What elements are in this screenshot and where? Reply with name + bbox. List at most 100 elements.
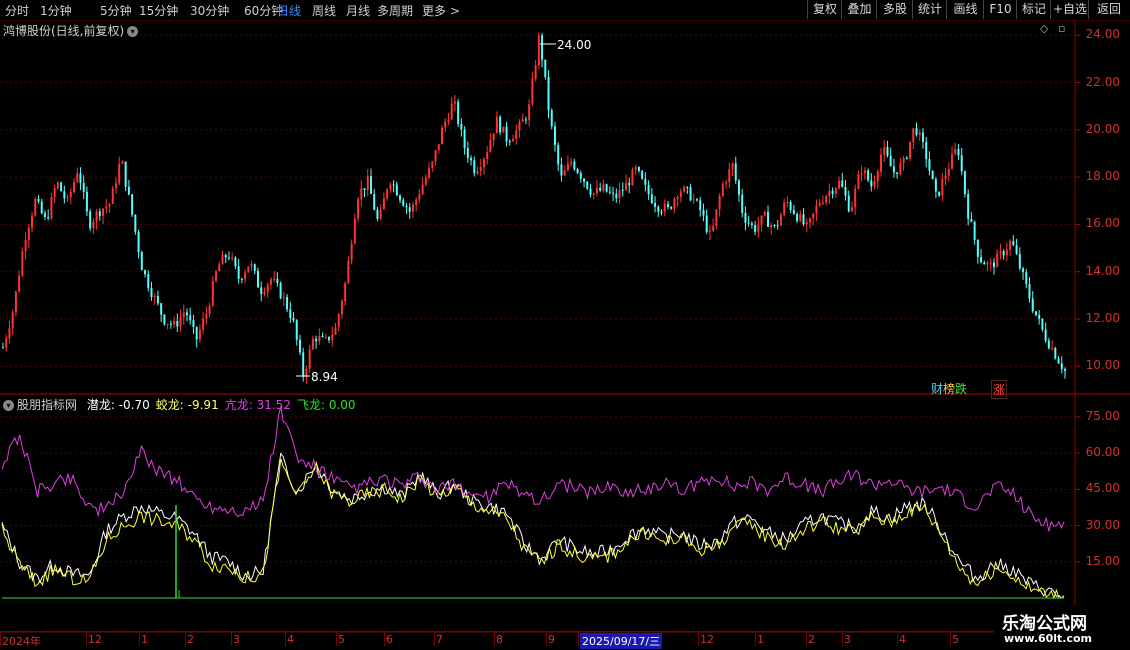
candle-body — [21, 251, 24, 276]
date-tick — [434, 632, 435, 646]
candle-body — [796, 213, 799, 221]
candlestick-chart[interactable]: 24.00 8.94 — [0, 0, 1130, 650]
candle-body — [712, 226, 715, 231]
candle-body — [31, 215, 34, 228]
chevron-down-icon[interactable]: ▾ — [127, 26, 139, 37]
candle-body — [376, 209, 379, 219]
candle-body — [621, 189, 624, 191]
candle-body — [825, 196, 828, 203]
indicator-name: 股朋指标网 — [17, 398, 78, 412]
candle-body — [298, 339, 301, 353]
candle-body — [1041, 318, 1044, 330]
candle-body — [986, 262, 989, 265]
candle-body — [169, 323, 172, 325]
badge-bang[interactable]: 榜 — [943, 382, 955, 396]
date-label: 6 — [386, 633, 393, 646]
candle-body — [492, 133, 495, 141]
candle-body — [11, 312, 14, 329]
candle-body — [108, 203, 111, 207]
candle-body — [411, 204, 414, 212]
candle-body — [744, 212, 747, 223]
candle-body — [541, 35, 544, 60]
candle-body — [324, 336, 327, 338]
indicator-gridlines — [0, 416, 1080, 563]
candle-body — [808, 218, 811, 223]
candle-body — [66, 197, 69, 199]
candle-body — [805, 222, 808, 225]
candle-body — [302, 352, 305, 377]
candle-body — [760, 215, 763, 225]
candle-body — [8, 328, 11, 339]
legend-series-name: 飞龙 — [296, 398, 321, 412]
candle-body — [221, 255, 224, 265]
chevron-down-icon[interactable]: ▾ — [3, 400, 14, 411]
badge-zhang[interactable]: 涨 — [991, 380, 1008, 399]
indicator-line-2 — [1, 406, 1065, 532]
candle-body — [2, 347, 4, 349]
candle-body — [505, 126, 508, 142]
candle-body — [1015, 245, 1018, 254]
candle-body — [134, 214, 137, 232]
candle-body — [754, 225, 757, 232]
candle-body — [802, 214, 805, 225]
date-tick — [842, 632, 843, 646]
candle-body — [331, 334, 334, 341]
badge-die[interactable]: 跌 — [955, 382, 967, 396]
candle-body — [1009, 241, 1012, 250]
candle-body — [389, 184, 392, 190]
candle-body — [689, 187, 692, 201]
price-axis-label: 18.00 — [1085, 169, 1120, 184]
candle-body — [566, 163, 569, 171]
legend-item: 潜龙: -0.70 — [86, 398, 150, 412]
indicator-axis-label: 75.00 — [1085, 408, 1120, 423]
date-tick — [578, 632, 579, 646]
date-tick — [336, 632, 337, 646]
candle-body — [240, 278, 243, 280]
indicator-axis-label: 60.00 — [1085, 445, 1120, 460]
candle-body — [641, 171, 644, 179]
candle-body — [928, 159, 931, 171]
candle-body — [692, 199, 695, 201]
candle-body — [831, 190, 834, 194]
candle-body — [328, 336, 331, 341]
candle-body — [957, 148, 960, 156]
candle-body — [321, 336, 324, 338]
candle-body — [870, 180, 873, 187]
candle-body — [721, 183, 724, 196]
candle-body — [386, 189, 389, 199]
date-tick — [897, 632, 898, 646]
candle-body — [686, 186, 689, 188]
candle-body — [938, 191, 941, 196]
stock-title: 鸿博股份(日线,前复权) — [3, 24, 125, 38]
candle-body — [276, 278, 279, 284]
candle-body — [234, 257, 237, 267]
candle-body — [592, 193, 595, 195]
diamond-icon[interactable]: ◇ — [1040, 22, 1048, 35]
candle-body — [902, 157, 905, 164]
candle-body — [524, 119, 527, 121]
date-tick — [698, 632, 699, 646]
date-tick — [86, 632, 87, 646]
candle-body — [1034, 311, 1037, 316]
date-tick — [950, 632, 951, 646]
candle-body — [476, 170, 479, 174]
candle-body — [905, 157, 908, 159]
high-annotation: 24.00 — [540, 38, 591, 52]
candle-body — [557, 144, 560, 165]
candle-body — [140, 252, 143, 271]
candle-body — [1028, 283, 1031, 299]
candle-body — [482, 159, 485, 168]
candle-body — [205, 313, 208, 319]
badge-cai[interactable]: 财 — [931, 382, 943, 396]
collapse-icon[interactable]: ▫ — [1058, 22, 1065, 35]
candle-body — [786, 201, 789, 203]
candle-body — [24, 239, 27, 252]
candle-body — [747, 222, 750, 224]
candle-body — [880, 154, 883, 172]
legend-series-name: 潜龙 — [86, 398, 111, 412]
candle-body — [150, 288, 153, 298]
candle-body — [960, 155, 963, 172]
candle-body — [854, 188, 857, 208]
candle-body — [515, 130, 518, 139]
candle-body — [56, 182, 59, 189]
